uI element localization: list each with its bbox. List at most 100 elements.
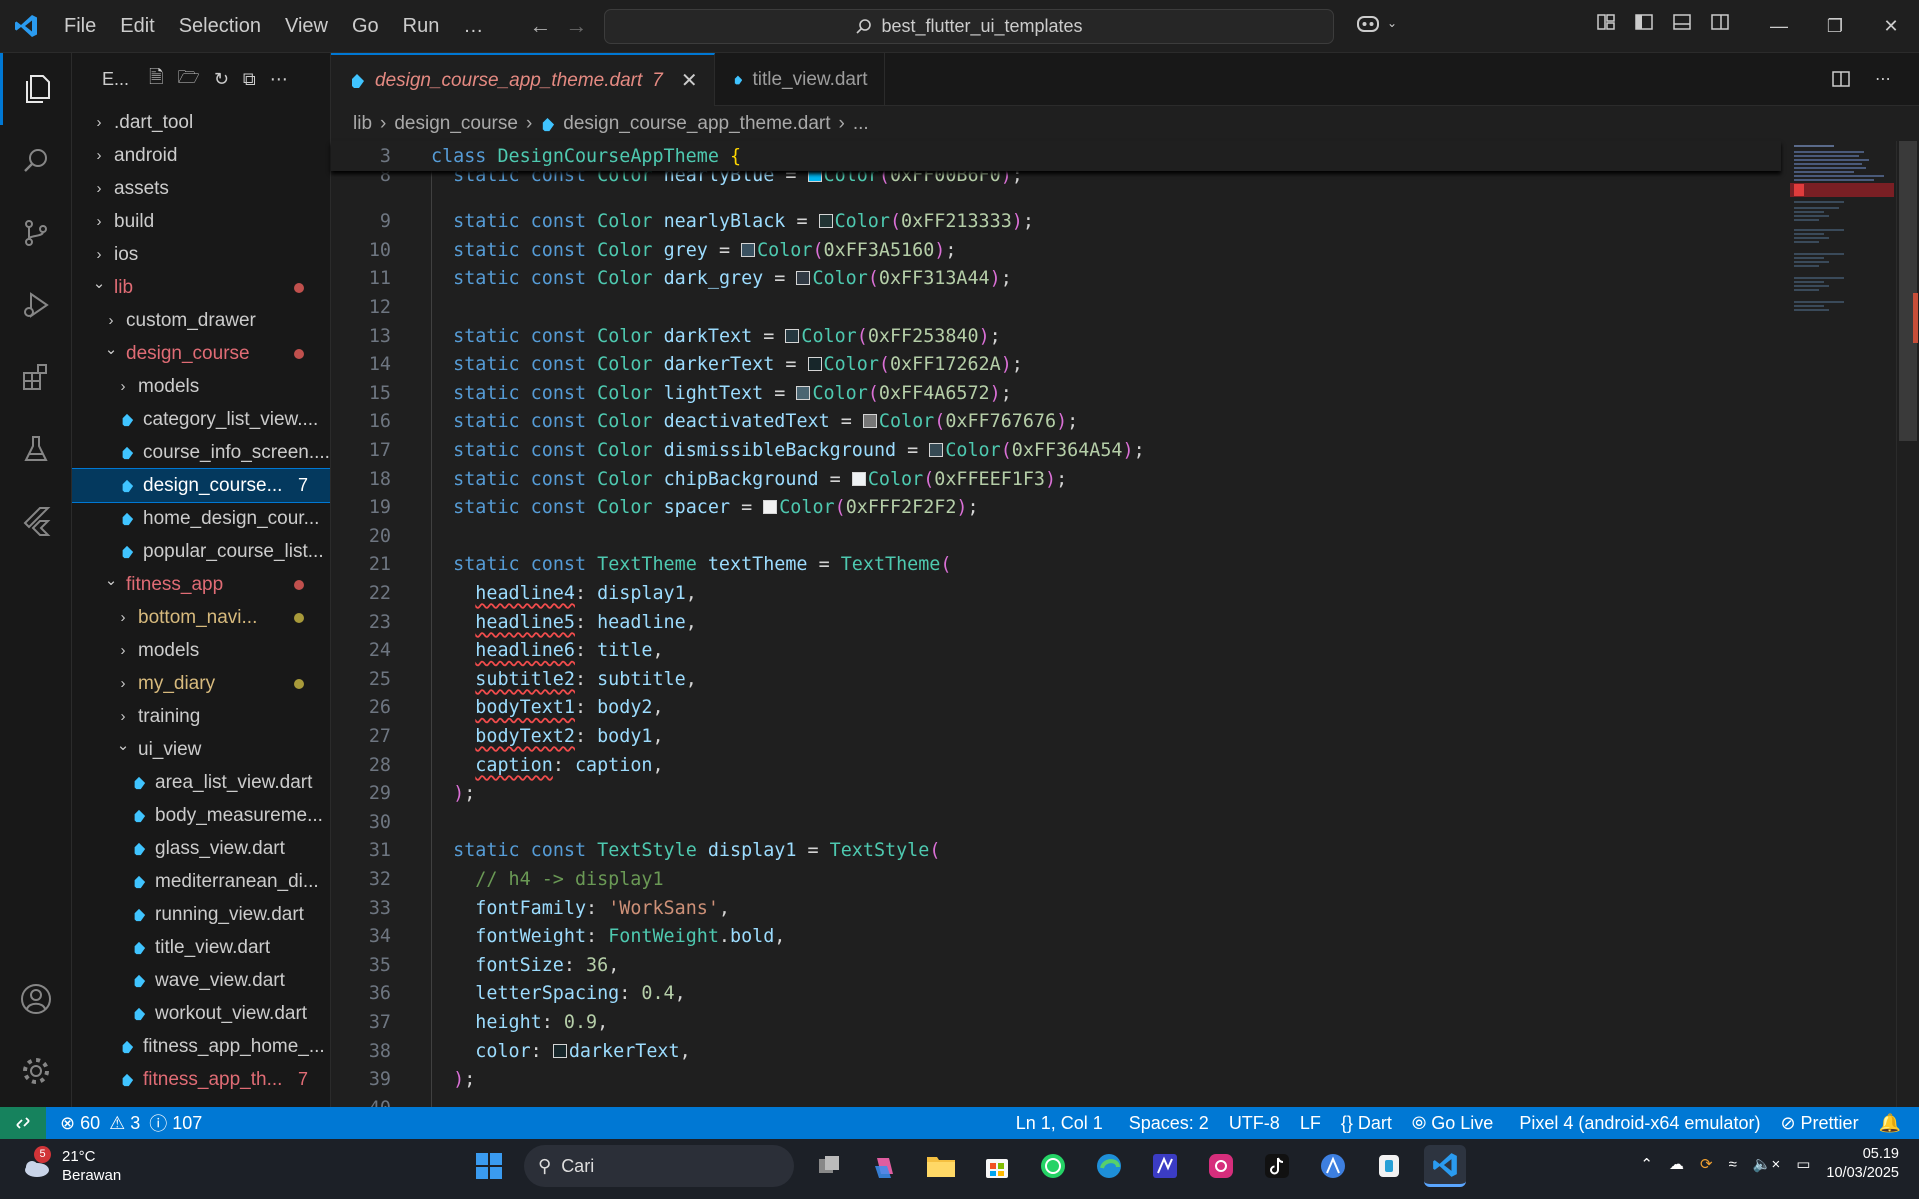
toggle-primary-sidebar-icon[interactable] [1634,12,1654,32]
sync-icon[interactable]: ⟳ [1700,1155,1713,1173]
close-icon[interactable]: ✕ [681,68,698,93]
settings-gear-icon[interactable] [0,1035,72,1107]
tiktok-icon[interactable] [1256,1145,1298,1187]
app-icon[interactable] [1368,1145,1410,1187]
toggle-panel-icon[interactable] [1672,12,1692,32]
tab-design-course-app-theme[interactable]: design_course_app_theme.dart 7 ✕ [331,53,715,106]
end-of-line[interactable]: LF [1290,1113,1331,1134]
notifications-bell-icon[interactable]: 🔔 [1869,1113,1911,1134]
split-editor-icon[interactable] [1831,69,1851,89]
tree-folder[interactable]: › training [72,700,330,733]
file-explorer-icon[interactable] [920,1145,962,1187]
customize-layout-icon[interactable] [1596,12,1616,32]
source-control-icon[interactable] [0,197,72,269]
encoding[interactable]: UTF-8 [1219,1113,1290,1134]
tree-file[interactable]: mediterranean_di... [72,865,330,898]
new-folder-icon[interactable]: 🗁 [178,65,200,95]
indentation[interactable]: Spaces: 2 [1119,1113,1219,1134]
microsoft-store-icon[interactable] [976,1145,1018,1187]
minimize-icon[interactable]: — [1751,0,1807,53]
wifi-icon[interactable]: ≈ [1729,1156,1737,1173]
battery-icon[interactable]: ▭ [1796,1155,1810,1173]
clock[interactable]: 05.19 10/03/2025 [1826,1145,1899,1183]
tree-file[interactable]: design_course... 7 [72,468,330,503]
code-line[interactable]: 28 caption: caption, [331,751,1781,779]
tree-folder[interactable]: › models [72,634,330,667]
restore-icon[interactable]: ❐ [1807,0,1863,53]
menu-selection[interactable]: Selection [167,15,273,38]
language-mode[interactable]: {} Dart [1331,1113,1402,1134]
toggle-secondary-sidebar-icon[interactable] [1710,12,1730,32]
code-line[interactable]: 13 static const Color darkText = Color(0… [331,322,1781,350]
tree-folder[interactable]: ⌄ fitness_app [72,568,330,601]
collapse-all-icon[interactable]: ⧉ [243,69,256,90]
code-line[interactable]: 22 headline4: display1, [331,579,1781,607]
tab-title-view[interactable]: title_view.dart [715,53,885,106]
menu-go[interactable]: Go [340,15,391,38]
flutter-device[interactable]: Pixel 4 (android-x64 emulator) [1509,1113,1770,1134]
code-line[interactable]: 36 letterSpacing: 0.4, [331,980,1781,1008]
code-line[interactable]: 11 static const Color dark_grey = Color(… [331,265,1781,293]
vertical-scrollbar[interactable] [1896,141,1918,1107]
menu-run[interactable]: Run [391,15,452,38]
tree-file[interactable]: glass_view.dart [72,832,330,865]
tree-file[interactable]: running_view.dart [72,898,330,931]
task-view-icon[interactable] [808,1145,850,1187]
code-line[interactable]: 37 height: 0.9, [331,1008,1781,1036]
tree-file[interactable]: title_view.dart [72,931,330,964]
refresh-icon[interactable]: ↻ [214,69,229,90]
code-line[interactable]: 39 ); [331,1066,1781,1094]
code-line[interactable]: 14 static const Color darkerText = Color… [331,351,1781,379]
weather-widget[interactable]: 5 21°C Berawan [20,1146,121,1185]
code-editor[interactable]: 3 class DesignCourseAppTheme { 8 static … [331,141,1781,1119]
editor-more-icon[interactable]: ⋯ [1875,69,1891,89]
android-studio-icon[interactable] [1312,1145,1354,1187]
tree-folder[interactable]: › models [72,370,330,403]
breadcrumb-symbol[interactable]: ... [853,113,869,135]
problems-status[interactable]: ⊗ 60 ⚠ 3 ⓘ 107 [50,1110,212,1136]
tree-file[interactable]: area_list_view.dart [72,766,330,799]
tree-file[interactable]: popular_course_list... [72,535,330,568]
windows-start-icon[interactable] [468,1145,510,1187]
copilot-button[interactable]: ⌄ [1355,12,1397,34]
copilot-app-icon[interactable] [864,1145,906,1187]
code-line[interactable]: 9 static const Color nearlyBlack = Color… [331,208,1781,236]
onedrive-cloud-icon[interactable]: ☁ [1669,1155,1684,1173]
search-icon[interactable] [0,125,72,197]
power-automate-icon[interactable] [1144,1145,1186,1187]
code-line[interactable]: 38 color: darkerText, [331,1037,1781,1065]
tree-folder[interactable]: ⌄ lib [72,271,330,304]
close-window-icon[interactable]: ✕ [1863,0,1919,53]
tree-file[interactable]: workout_view.dart [72,997,330,1030]
go-live-button[interactable]: ⦾ Go Live [1402,1113,1503,1134]
tree-folder[interactable]: › assets [72,172,330,205]
code-line[interactable]: 32 // h4 -> display1 [331,865,1781,893]
code-line[interactable]: 34 fontWeight: FontWeight.bold, [331,923,1781,951]
code-line[interactable]: 23 headline5: headline, [331,608,1781,636]
remote-icon[interactable] [0,1107,46,1139]
minimap[interactable] [1786,141,1896,321]
tree-folder[interactable]: ⌄ ui_view [72,733,330,766]
tree-folder[interactable]: › ios [72,238,330,271]
tree-file[interactable]: body_measureme... [72,799,330,832]
edge-browser-icon[interactable] [1088,1145,1130,1187]
breadcrumb-lib[interactable]: lib [353,113,372,135]
code-line[interactable]: 24 headline6: title, [331,637,1781,665]
flutter-icon[interactable] [0,485,72,557]
tree-file[interactable]: category_list_view.... [72,403,330,436]
menu-view[interactable]: View [273,15,340,38]
menu-file[interactable]: File [52,15,108,38]
tree-file[interactable]: fitness_app_th... 7 [72,1063,330,1096]
tree-folder[interactable]: › bottom_navi... [72,601,330,634]
code-line[interactable]: 21 static const TextTheme textTheme = Te… [331,551,1781,579]
code-line[interactable]: 31 static const TextStyle display1 = Tex… [331,837,1781,865]
tree-file[interactable]: course_info_screen.... [72,436,330,469]
prettier-status[interactable]: ⊘ Prettier [1770,1113,1868,1134]
menu-more[interactable]: … [451,15,495,38]
code-line[interactable]: 16 static const Color deactivatedText = … [331,408,1781,436]
explorer-icon[interactable] [0,53,72,125]
account-icon[interactable] [0,963,72,1035]
sticky-scroll-line[interactable]: 3 class DesignCourseAppTheme { [331,141,1781,171]
breadcrumb-file[interactable]: design_course_app_theme.dart [563,113,830,135]
scrollbar-thumb[interactable] [1899,141,1917,441]
